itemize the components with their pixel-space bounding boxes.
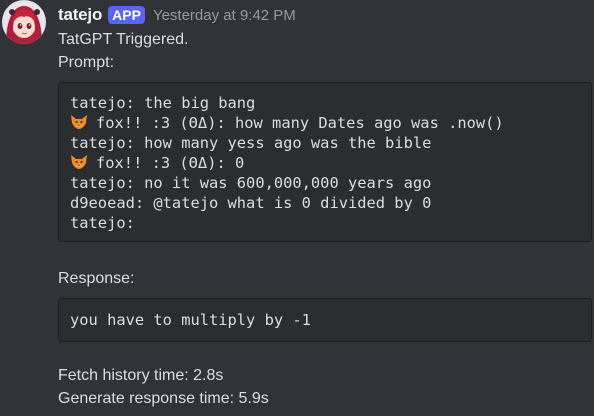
prompt-line: fox!! :3 (ΘΔ): how many Dates ago was .n… [70, 113, 591, 133]
prompt-line-text: tatejo: how many yess ago was the bible [70, 134, 432, 152]
prompt-line-text: fox!! :3 (ΘΔ): how many Dates ago was .n… [96, 114, 504, 132]
fetch-history-time: Fetch history time: 2.8s [58, 367, 224, 384]
prompt-lines: tatejo: the big bang fox!! :3 (ΘΔ): how m… [70, 93, 591, 233]
prompt-line-text: d9eoead: @tatejo what is 0 divided by 0 [70, 194, 432, 212]
prompt-label: Prompt: [58, 54, 115, 71]
prompt-line-text: fox!! :3 (ΘΔ): 0 [96, 154, 245, 172]
app-badge: APP [108, 6, 145, 24]
message-header: tatejo APP Yesterday at 9:42 PM [58, 3, 296, 27]
fox-emoji-icon [71, 115, 87, 129]
prompt-code-block[interactable]: tatejo: the big bang fox!! :3 (ΘΔ): how m… [58, 82, 592, 242]
response-code-block[interactable]: you have to multiply by -1 [58, 298, 592, 342]
author-avatar[interactable] [2, 0, 46, 44]
fox-emoji-icon [71, 155, 87, 169]
prompt-line: tatejo: no it was 600,000,000 years ago [70, 173, 591, 193]
generate-response-time: Generate response time: 5.9s [58, 390, 269, 407]
prompt-line: tatejo: the big bang [70, 93, 591, 113]
message-timestamp[interactable]: Yesterday at 9:42 PM [153, 7, 296, 24]
response-label: Response: [58, 270, 135, 287]
trigger-text: TatGPT Triggered. [58, 31, 189, 48]
prompt-line: d9eoead: @tatejo what is 0 divided by 0 [70, 193, 591, 213]
prompt-line-text: tatejo: no it was 600,000,000 years ago [70, 174, 432, 192]
prompt-line-text: tatejo: [70, 214, 135, 232]
prompt-line: tatejo: how many yess ago was the bible [70, 133, 591, 153]
response-text: you have to multiply by -1 [70, 311, 311, 329]
author-name[interactable]: tatejo [58, 5, 102, 25]
prompt-line-text: tatejo: the big bang [70, 94, 256, 112]
prompt-line: tatejo: [70, 213, 591, 233]
anime-avatar-icon [2, 0, 46, 44]
prompt-line: fox!! :3 (ΘΔ): 0 [70, 153, 591, 173]
